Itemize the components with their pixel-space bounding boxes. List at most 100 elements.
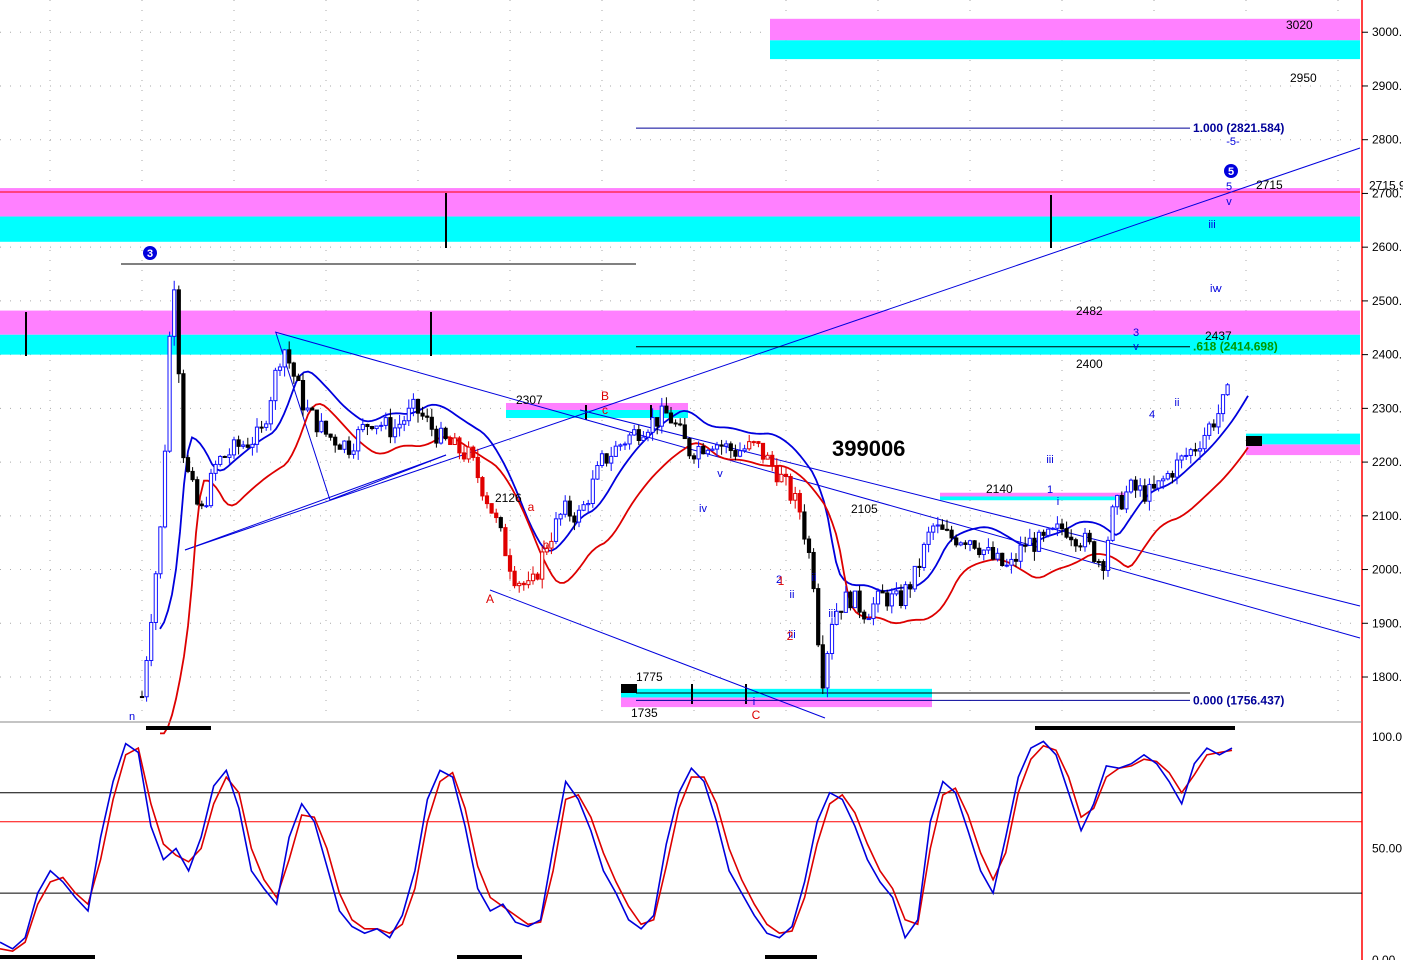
wave-label-blue: iii [1046,454,1053,466]
candle-body [894,590,899,595]
candle-body [360,423,365,431]
candle-body [530,573,536,582]
wave-label-red: b [543,538,550,552]
candle-body [967,540,973,545]
candle-body [374,425,379,430]
candle-body [319,420,324,433]
candle-body [1064,528,1069,538]
candle-body [1165,473,1170,480]
candle-body [990,546,996,560]
candle-body [627,434,632,445]
wave-label-red: 1 [778,574,785,588]
candle-body [852,590,858,609]
candle-body [1105,539,1111,571]
candle-body [1220,394,1226,415]
price-label: 2400 [1076,357,1103,371]
candle-body [1156,480,1161,489]
candle-body [213,463,218,474]
zone-cyan [0,334,1360,355]
candle-body [236,439,241,447]
candle-body [954,537,959,546]
y-tick-label: 2900. [1372,79,1402,93]
candle-body [475,456,480,479]
candle-body [875,590,881,605]
price-label: 1735 [631,706,658,720]
candle-body [287,349,292,364]
indicator-tick-label: 50.00 [1372,841,1402,855]
candle-body [921,543,927,568]
candle-body [273,369,278,402]
zone-cyan [0,216,1360,242]
candle-body [995,552,1000,560]
wave-label-blue: v [1226,196,1232,208]
candle-body [618,444,623,447]
candle-body [1023,544,1028,547]
candle-body [420,412,425,417]
candle-body [871,603,876,620]
candle-body [719,444,724,447]
candle-body [250,443,255,448]
candle-body [291,362,296,377]
candle-body [1009,558,1014,566]
candle-body [972,540,977,549]
candle-body [158,526,163,575]
wave-label-blue: ii [1175,397,1180,409]
candle-body [599,453,605,467]
candle-body [535,573,540,580]
candle-body [1110,506,1115,541]
candle-body [1193,449,1198,452]
candle-body [1059,523,1065,530]
y-tick-label: 1800. [1372,670,1402,684]
candle-body [898,590,904,607]
candle-body [176,289,181,375]
candle-body [471,446,476,458]
candle-body [379,424,384,427]
zone-magenta [940,492,1127,497]
candle-body [806,538,812,553]
candle-body [1055,523,1060,529]
candle-body [567,500,572,517]
candle-body [300,379,306,411]
price-chart[interactable]: 1.000 (2821.584).618 (2414.698)0.000 (17… [0,0,1403,965]
price-label: 1775 [636,670,663,684]
candle-body [1087,532,1092,543]
candle-body [687,438,692,457]
candle-body [526,580,531,586]
candle-body [1018,544,1023,562]
candle-body [747,441,752,450]
candle-body [521,582,526,586]
candle-body [1004,564,1009,567]
y-tick-label: 2100. [1372,509,1402,523]
wave-label-red: c [602,403,608,417]
wave-label-blue: iii [1208,219,1215,231]
candle-body [839,610,844,613]
candle-body [783,473,789,477]
candle-body [641,436,646,441]
candle-body [733,450,738,457]
candle-body [282,349,287,368]
candle-body [793,493,798,501]
candle-body [1161,478,1166,482]
wave-label-blue: v [1133,341,1139,353]
candle-body [434,428,439,444]
candle-body [461,452,467,460]
candle-body [622,443,628,446]
candle-body [655,417,660,427]
y-tick-label: 2500. [1372,294,1402,308]
candle-body [1216,413,1221,428]
candle-body [277,366,283,371]
wave-label-red: C [752,708,761,722]
candle-body [1119,494,1124,510]
candle-body [650,417,655,433]
candle-body [1078,545,1083,548]
fib-label: 0.000 (1756.437) [1193,693,1284,707]
candle-body [218,455,223,465]
candle-body [181,373,186,459]
candle-body [742,448,747,452]
candle-body [204,505,209,508]
candle-body [636,429,641,441]
candle-body [765,454,770,460]
panel-bar [0,955,95,959]
candle-body [195,479,200,505]
candle-body [710,448,715,451]
